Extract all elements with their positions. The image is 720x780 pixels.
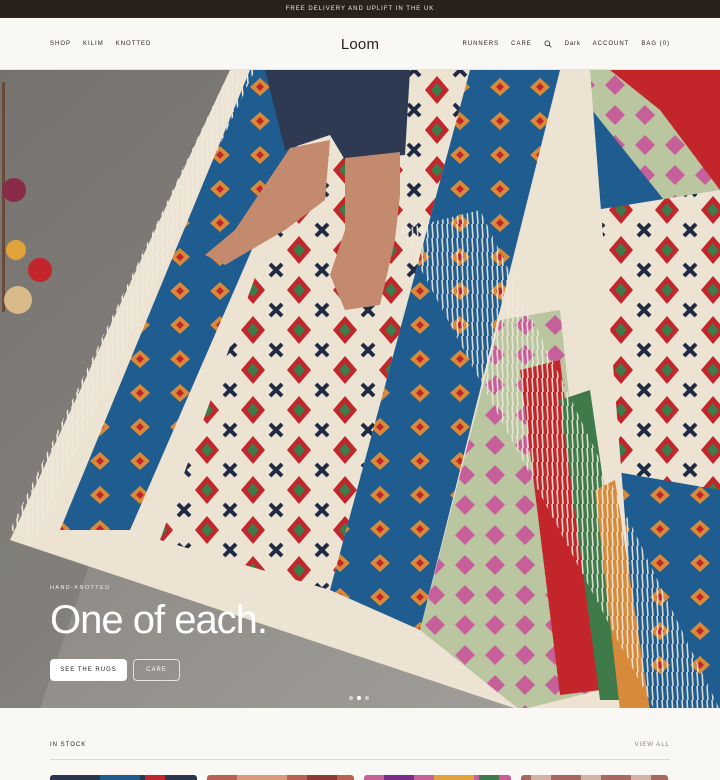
hero-copy: HAND-KNOTTED One of each.	[50, 585, 268, 643]
nav-runners[interactable]: RUNNERS	[462, 41, 499, 47]
hero-title: One of each.	[50, 598, 268, 642]
slide-dot-1[interactable]	[349, 696, 353, 700]
utility-nav: RUNNERS CARE Dark ACCOUNT BAG (0)	[462, 18, 670, 70]
slide-dots	[349, 696, 369, 700]
product-card[interactable]	[50, 775, 197, 780]
nav-care[interactable]: CARE	[511, 41, 532, 47]
nav-account[interactable]: ACCOUNT	[593, 41, 630, 47]
section-header: IN STOCK VIEW ALL	[50, 738, 670, 760]
product-card[interactable]	[521, 775, 668, 780]
care-button[interactable]: CARE	[133, 659, 180, 681]
product-card[interactable]	[364, 775, 511, 780]
slide-dot-2[interactable]	[357, 696, 361, 700]
product-card[interactable]	[207, 775, 354, 780]
slide-dot-3[interactable]	[365, 696, 369, 700]
nav-knotted[interactable]: KNOTTED	[116, 41, 152, 47]
hero-cta-row: SEE THE RUGS CARE	[50, 659, 180, 681]
search-icon[interactable]	[544, 40, 553, 49]
view-all-link[interactable]: VIEW ALL	[635, 742, 670, 748]
nav-bag[interactable]: BAG (0)	[641, 41, 670, 47]
hero: HAND-KNOTTED One of each. SEE THE RUGS C…	[0, 70, 720, 708]
site-header: SHOP KILIM KNOTTED Loom RUNNERS CARE Dar…	[0, 18, 720, 70]
product-grid	[50, 775, 670, 780]
hero-eyebrow: HAND-KNOTTED	[50, 585, 111, 591]
section-title: IN STOCK	[50, 742, 87, 748]
theme-toggle[interactable]: Dark	[565, 41, 581, 47]
announcement-text: FREE DELIVERY AND UPLIFT IN THE UK	[285, 6, 435, 12]
see-the-rugs-button[interactable]: SEE THE RUGS	[50, 659, 127, 681]
primary-nav: SHOP KILIM KNOTTED	[50, 18, 151, 70]
nav-kilim[interactable]: KILIM	[83, 41, 104, 47]
announcement-bar: FREE DELIVERY AND UPLIFT IN THE UK	[0, 0, 720, 18]
nav-shop[interactable]: SHOP	[50, 41, 71, 47]
logo[interactable]: Loom	[341, 18, 379, 70]
